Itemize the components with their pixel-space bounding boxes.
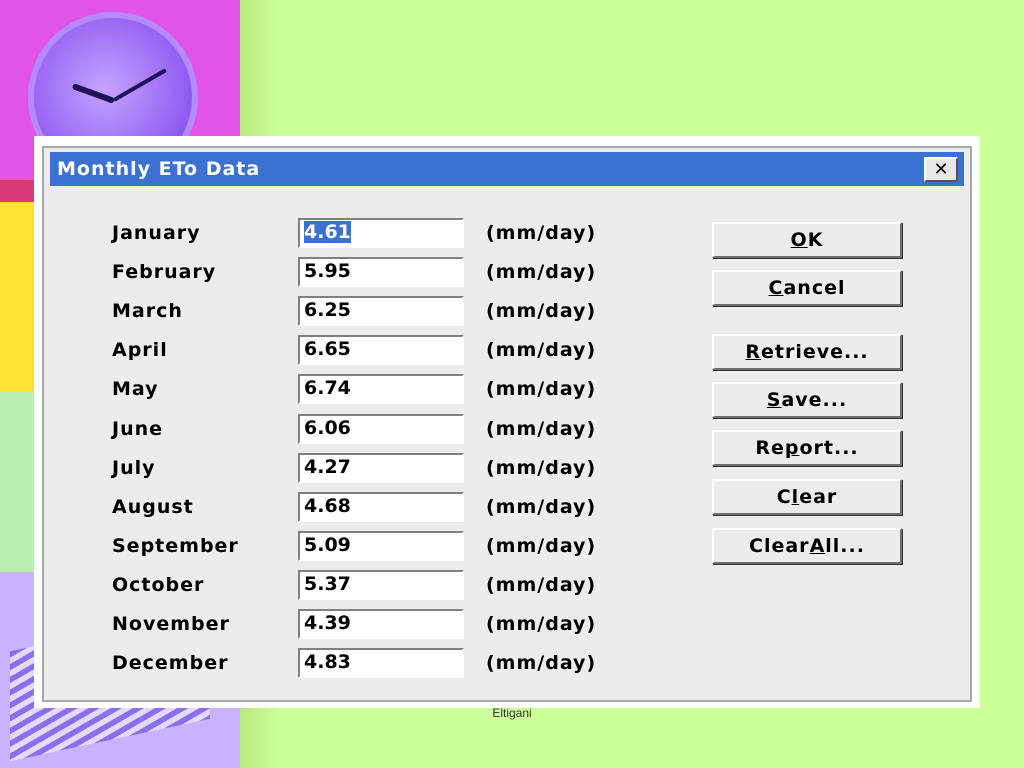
month-label: May: [112, 378, 159, 401]
eto-input-may[interactable]: 6.74: [298, 374, 464, 405]
button-label-pre: C: [776, 486, 792, 508]
clear-button[interactable]: Cl ear: [712, 479, 902, 515]
button-label-pre: Re: [755, 437, 785, 459]
button-accelerator-key: R: [745, 341, 761, 363]
button-accelerator-key: p: [784, 437, 800, 459]
unit-label: (mm/day): [486, 534, 597, 557]
unit-label: (mm/day): [486, 300, 597, 323]
eto-value: 4.61: [304, 221, 351, 243]
clear-all-button[interactable]: Clear All...: [712, 528, 902, 564]
eto-value: 4.83: [304, 651, 351, 674]
month-label: October: [112, 573, 205, 596]
button-label-post: K: [807, 229, 824, 251]
button-accelerator-key: C: [768, 277, 784, 299]
month-label: April: [112, 339, 168, 362]
unit-label: (mm/day): [486, 417, 597, 440]
eto-value: 4.27: [304, 455, 351, 478]
month-label: September: [112, 534, 239, 557]
unit-label: (mm/day): [486, 456, 597, 479]
save-button[interactable]: Save...: [712, 382, 902, 418]
eto-input-march[interactable]: 6.25: [298, 296, 464, 327]
eto-input-november[interactable]: 4.39: [298, 609, 464, 639]
monthly-eto-dialog: Monthly ETo Data ✕ January 4.61 (mm/day) Fe…: [42, 146, 972, 702]
unit-label: (mm/day): [486, 652, 597, 675]
eto-value: 6.06: [304, 416, 351, 439]
eto-input-february[interactable]: 5.95: [298, 257, 464, 288]
unit-label: (mm/day): [486, 261, 597, 284]
close-x-icon: ✕: [933, 158, 949, 180]
eto-input-january[interactable]: 4.61: [298, 218, 464, 248]
button-label-post: ll...: [825, 535, 865, 557]
eto-input-april[interactable]: 6.65: [298, 335, 464, 366]
unit-label: (mm/day): [486, 573, 597, 596]
title-bar[interactable]: Monthly ETo Data ✕: [50, 152, 964, 186]
eto-value: 6.25: [304, 299, 351, 322]
unit-label: (mm/day): [486, 613, 597, 635]
eto-value: 5.09: [304, 533, 351, 556]
button-label-post: ear: [799, 486, 838, 508]
eto-input-december[interactable]: 4.83: [298, 648, 464, 679]
month-label: March: [112, 300, 183, 323]
footer-author: Eltigani: [492, 706, 532, 720]
cancel-button[interactable]: Cancel: [712, 270, 902, 306]
eto-value: 6.65: [304, 338, 351, 361]
button-accelerator-key: l: [791, 486, 800, 508]
eto-input-july[interactable]: 4.27: [298, 452, 464, 483]
unit-label: (mm/day): [486, 222, 597, 244]
month-label: November: [112, 613, 230, 635]
clock-hour-hand: [71, 83, 116, 104]
month-label: December: [112, 652, 229, 675]
month-label: July: [112, 456, 156, 479]
clock-minute-hand: [113, 68, 167, 102]
eto-input-october[interactable]: 5.37: [298, 569, 464, 600]
button-label-post: ort...: [799, 437, 859, 459]
eto-value: 5.37: [304, 572, 351, 595]
button-label-post: ave...: [781, 389, 848, 411]
unit-label: (mm/day): [486, 378, 597, 401]
dialog-title: Monthly ETo Data: [57, 158, 261, 180]
eto-input-september[interactable]: 5.09: [298, 530, 464, 561]
button-accelerator-key: A: [809, 535, 826, 557]
month-label: June: [112, 417, 164, 440]
button-label-post: etrieve...: [760, 341, 869, 363]
eto-value: 4.39: [304, 612, 351, 634]
eto-input-august[interactable]: 4.68: [298, 491, 464, 522]
button-label-pre: Clear: [749, 535, 810, 557]
eto-value: 4.68: [304, 494, 351, 517]
retrieve-button[interactable]: Retrieve...: [712, 334, 902, 370]
button-accelerator-key: S: [766, 389, 782, 411]
button-accelerator-key: O: [790, 229, 808, 251]
eto-value: 6.74: [304, 377, 351, 400]
eto-value: 5.95: [304, 260, 351, 283]
unit-label: (mm/day): [486, 339, 597, 362]
button-label-post: ancel: [783, 277, 846, 299]
month-label: August: [112, 495, 194, 518]
report-button[interactable]: Re p ort...: [712, 430, 902, 466]
unit-label: (mm/day): [486, 495, 597, 518]
month-label: January: [112, 222, 201, 244]
ok-button[interactable]: OK: [712, 222, 902, 258]
eto-input-june[interactable]: 6.06: [298, 413, 464, 444]
month-label: February: [112, 261, 217, 284]
close-button[interactable]: ✕: [924, 157, 958, 182]
